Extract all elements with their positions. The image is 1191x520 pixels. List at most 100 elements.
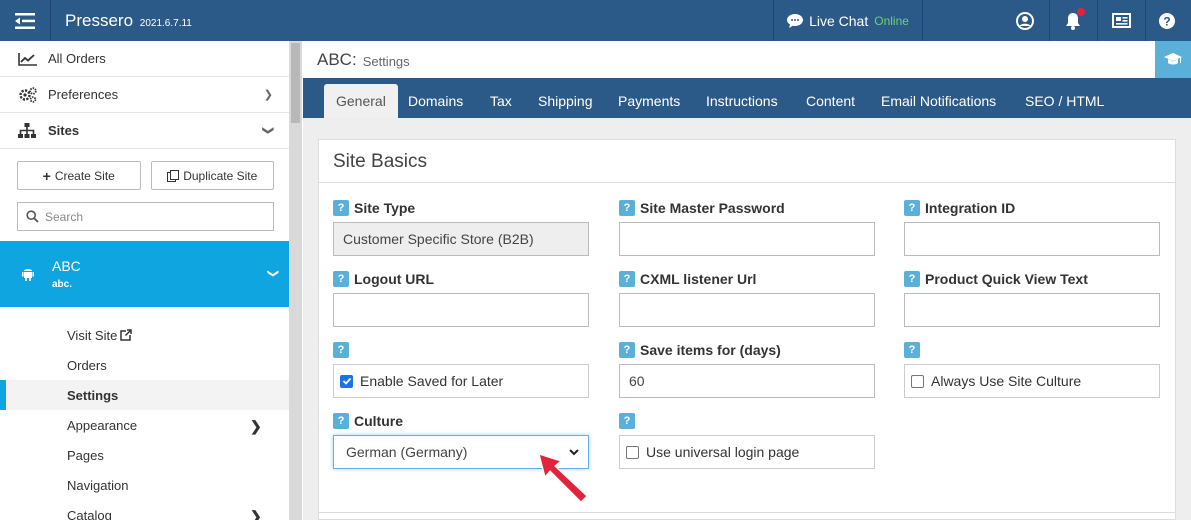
help-icon[interactable]: ? — [904, 271, 920, 287]
tab-instructions[interactable]: Instructions — [706, 84, 778, 118]
culture-selected-value: German (Germany) — [346, 444, 468, 460]
scrollbar-thumb[interactable] — [291, 43, 300, 123]
tab-tax[interactable]: Tax — [490, 84, 512, 118]
help-icon[interactable]: ? — [333, 200, 349, 216]
field-label: Site Type — [354, 200, 416, 216]
help-icon[interactable]: ? — [333, 413, 349, 429]
logout-url-field: ? Logout URL — [333, 270, 589, 327]
help-icon[interactable]: ? — [333, 342, 349, 358]
tab-label: Email Notifications — [881, 93, 997, 109]
checkbox-label: Use universal login page — [646, 444, 800, 460]
tab-label: Domains — [408, 93, 464, 109]
always-culture-checkbox-row[interactable]: Always Use Site Culture — [904, 364, 1160, 398]
field-label: Product Quick View Text — [925, 271, 1088, 287]
subnav-navigation[interactable]: Navigation — [0, 470, 290, 500]
enable-saved-checkbox[interactable] — [340, 374, 353, 388]
enable-saved-checkbox-row[interactable]: Enable Saved for Later — [333, 364, 589, 398]
tab-domains[interactable]: Domains — [408, 84, 463, 118]
site-domain: abc. — [52, 279, 73, 290]
field-label: Site Master Password — [640, 200, 785, 216]
tab-label: Instructions — [706, 93, 778, 109]
duplicate-site-button[interactable]: Duplicate Site — [150, 161, 274, 190]
sidebar-scrollbar[interactable] — [289, 41, 302, 520]
graduation-cap-icon[interactable] — [1155, 41, 1191, 78]
panel-title: Site Basics — [333, 151, 427, 172]
sidebar-item-sites[interactable]: Sites ❯ — [0, 113, 289, 149]
subnav-settings[interactable]: Settings — [0, 380, 290, 410]
subnav-pages[interactable]: Pages — [0, 440, 290, 470]
universal-login-checkbox-row[interactable]: Use universal login page — [619, 435, 875, 469]
top-bar: Pressero 2021.6.7.11 Live Chat Online ? — [0, 0, 1191, 41]
tab-shipping[interactable]: Shipping — [538, 84, 593, 118]
universal-login-field: ? Use universal login page — [619, 412, 875, 469]
search-icon — [26, 210, 39, 223]
quick-view-input[interactable] — [904, 293, 1160, 327]
help-icon[interactable]: ? — [619, 200, 635, 216]
tab-email-notifications[interactable]: Email Notifications — [881, 84, 996, 118]
always-culture-field: ? Always Use Site Culture — [904, 341, 1160, 398]
universal-login-checkbox[interactable] — [626, 445, 639, 459]
tab-label: Shipping — [538, 93, 593, 109]
field-label: Integration ID — [925, 200, 1016, 216]
menu-toggle-icon[interactable] — [0, 0, 50, 41]
help-icon[interactable]: ? — [619, 271, 635, 287]
notifications-bell-icon[interactable] — [1049, 0, 1097, 41]
sitemap-icon — [18, 123, 40, 138]
subnav-label: Settings — [67, 387, 119, 403]
search-input[interactable]: Search — [17, 202, 274, 231]
divider — [319, 182, 1175, 183]
tab-general[interactable]: General — [324, 84, 398, 118]
quick-view-field: ? Product Quick View Text — [904, 270, 1160, 327]
always-culture-checkbox[interactable] — [911, 374, 924, 388]
tab-payments[interactable]: Payments — [618, 84, 680, 118]
logout-url-input[interactable] — [333, 293, 589, 327]
sidebar-item-all-orders[interactable]: All Orders — [0, 41, 289, 77]
chevron-down-icon: ❯ — [261, 125, 274, 136]
site-subnav: Visit Site Orders Settings Appearance ❯ … — [0, 320, 290, 520]
help-icon[interactable]: ? — [333, 271, 349, 287]
create-site-label: Create Site — [54, 168, 115, 183]
sidebar-item-label: Preferences — [48, 87, 119, 102]
settings-tabs: General Domains Tax Shipping Payments In… — [303, 78, 1191, 118]
subnav-label: Orders — [67, 357, 107, 373]
save-days-input[interactable]: 60 — [619, 364, 875, 398]
current-site[interactable]: ABC abc. ❯ — [0, 241, 290, 307]
tab-seo-html[interactable]: SEO / HTML — [1025, 84, 1104, 118]
master-password-input[interactable] — [619, 222, 875, 256]
sidebar-item-preferences[interactable]: Preferences ❯ — [0, 77, 289, 113]
help-circle-icon[interactable]: ? — [1143, 0, 1191, 41]
integration-id-input[interactable] — [904, 222, 1160, 256]
field-label: Save items for (days) — [640, 342, 781, 358]
tab-label: Payments — [618, 93, 681, 109]
subnav-label: Visit Site — [67, 327, 118, 343]
chevron-right-icon: ❯ — [250, 418, 262, 434]
field-label: Logout URL — [354, 271, 435, 287]
subnav-label: Pages — [67, 447, 104, 463]
check-icon — [342, 377, 351, 385]
subnav-visit-site[interactable]: Visit Site — [0, 320, 290, 350]
tab-label: Tax — [490, 93, 512, 109]
copy-icon — [167, 169, 180, 182]
news-icon[interactable] — [1097, 0, 1145, 41]
help-icon[interactable]: ? — [904, 200, 920, 216]
tab-label: Content — [806, 93, 856, 109]
cxml-url-input[interactable] — [619, 293, 875, 327]
subnav-catalog[interactable]: Catalog ❯ — [0, 500, 290, 520]
live-chat-button[interactable]: Live Chat Online — [774, 0, 922, 41]
user-account-icon[interactable] — [1001, 0, 1049, 41]
subnav-label: Appearance — [67, 417, 138, 433]
help-icon[interactable]: ? — [619, 342, 635, 358]
external-link-icon — [120, 329, 133, 341]
tab-label: General — [336, 93, 386, 109]
help-icon[interactable]: ? — [904, 342, 920, 358]
master-password-field: ? Site Master Password — [619, 199, 875, 256]
subnav-label: Navigation — [67, 477, 129, 493]
help-icon[interactable]: ? — [619, 413, 635, 429]
create-site-button[interactable]: + Create Site — [17, 161, 141, 190]
tab-content[interactable]: Content — [806, 84, 855, 118]
chevron-right-icon: ❯ — [250, 508, 262, 520]
save-days-field: ? Save items for (days) 60 — [619, 341, 875, 398]
divider — [50, 0, 51, 41]
subnav-orders[interactable]: Orders — [0, 350, 290, 380]
subnav-appearance[interactable]: Appearance ❯ — [0, 410, 290, 440]
